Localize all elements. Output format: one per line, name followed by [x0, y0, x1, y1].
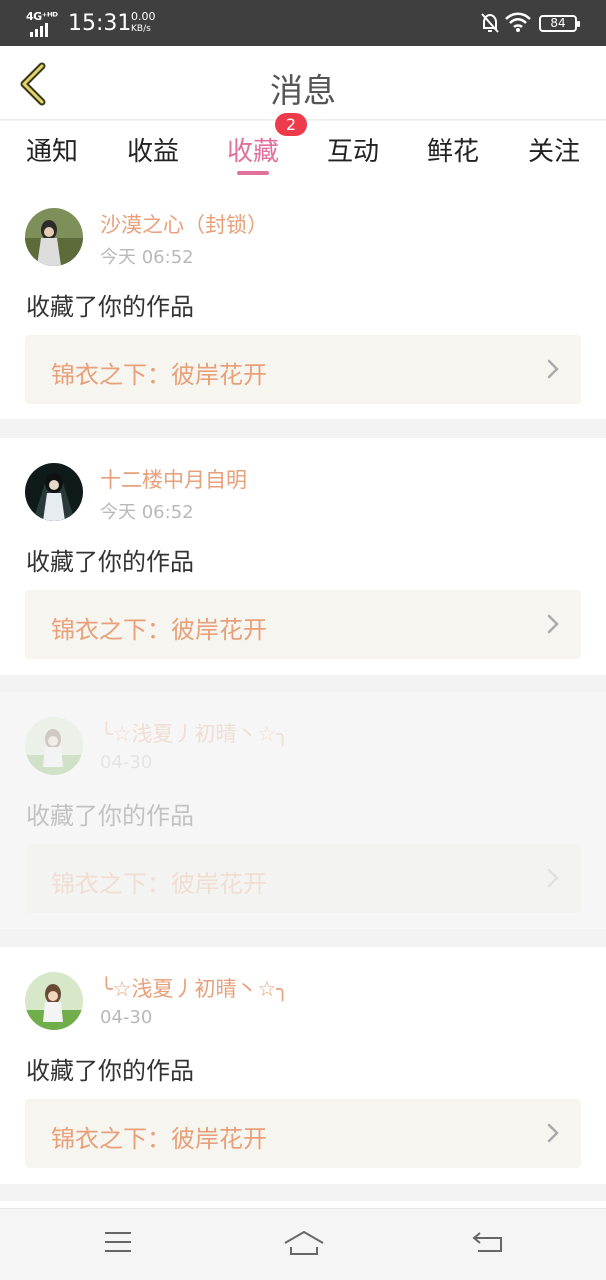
- tab-notifications[interactable]: 通知: [12, 131, 92, 168]
- chevron-right-icon: [547, 868, 559, 888]
- work-link[interactable]: 锦衣之下：彼岸花开: [25, 590, 581, 659]
- message-time: 04-30: [100, 752, 153, 773]
- list-item: 沙漠之心（封锁） 今天 06:52 收藏了你的作品 锦衣之下：彼岸花开: [0, 183, 606, 419]
- action-text: 收藏了你的作品: [26, 548, 194, 576]
- avatar[interactable]: [25, 717, 83, 775]
- battery-icon: 84: [539, 15, 580, 32]
- bell-off-icon: [481, 13, 499, 33]
- avatar[interactable]: [25, 463, 83, 521]
- tab-flowers[interactable]: 鲜花: [413, 131, 493, 168]
- username[interactable]: ╰☆浅夏丿初晴丶☆╮: [100, 973, 289, 1003]
- tab-follows[interactable]: 关注: [514, 131, 594, 168]
- back-icon[interactable]: [472, 1229, 504, 1255]
- work-link[interactable]: 锦衣之下：彼岸花开: [25, 844, 581, 913]
- avatar[interactable]: [25, 972, 83, 1030]
- work-link[interactable]: 锦衣之下：彼岸花开: [25, 335, 581, 404]
- menu-icon[interactable]: [103, 1229, 133, 1255]
- work-title: 锦衣之下：彼岸花开: [51, 361, 267, 389]
- chevron-right-icon: [547, 614, 559, 634]
- chevron-right-icon: [547, 359, 559, 379]
- header-bar: 消息: [0, 46, 606, 120]
- system-nav-bar: [0, 1208, 606, 1280]
- wifi-icon: [505, 12, 531, 32]
- action-text: 收藏了你的作品: [26, 1057, 194, 1085]
- speed-value: 0.00: [131, 10, 156, 23]
- list-item: ╰☆浅夏丿初晴丶☆╮ 04-30 收藏了你的作品 锦衣之下：彼岸花开: [0, 692, 606, 929]
- tab-interactions[interactable]: 互动: [313, 131, 393, 168]
- action-text: 收藏了你的作品: [26, 802, 194, 830]
- username[interactable]: 十二楼中月自明: [100, 464, 247, 494]
- username[interactable]: 沙漠之心（封锁）: [100, 209, 268, 239]
- signal-icon: [30, 23, 48, 37]
- message-time: 04-30: [100, 1007, 153, 1028]
- home-icon[interactable]: [283, 1229, 325, 1257]
- chevron-right-icon: [547, 1123, 559, 1143]
- tab-badge: 2: [275, 113, 307, 136]
- work-link[interactable]: 锦衣之下：彼岸花开: [25, 1099, 581, 1168]
- work-title: 锦衣之下：彼岸花开: [51, 1125, 267, 1153]
- network-speed: 0.00 KB/s: [131, 11, 156, 35]
- page-title: 消息: [270, 71, 336, 110]
- tab-earnings[interactable]: 收益: [113, 131, 193, 168]
- list-item: ╰☆浅夏丿初晴丶☆╮ 04-30 收藏了你的作品 锦衣之下：彼岸花开: [0, 947, 606, 1184]
- speed-unit: KB/s: [131, 24, 151, 34]
- message-time: 今天 06:52: [100, 502, 194, 523]
- action-text: 收藏了你的作品: [26, 293, 194, 321]
- clock: 15:31: [68, 11, 132, 36]
- message-time: 今天 06:52: [100, 247, 194, 268]
- active-tab-indicator: [237, 171, 269, 175]
- work-title: 锦衣之下：彼岸花开: [51, 616, 267, 644]
- tab-favorites[interactable]: 收藏: [213, 131, 293, 168]
- avatar[interactable]: [25, 208, 83, 266]
- status-bar: 4G⁺ᴴᴰ 15:31 0.00 KB/s 84: [0, 0, 606, 46]
- list-item: 十二楼中月自明 今天 06:52 收藏了你的作品 锦衣之下：彼岸花开: [0, 438, 606, 675]
- network-type: 4G⁺ᴴᴰ: [26, 10, 58, 23]
- username[interactable]: ╰☆浅夏丿初晴丶☆╮: [100, 718, 289, 748]
- work-title: 锦衣之下：彼岸花开: [51, 870, 267, 898]
